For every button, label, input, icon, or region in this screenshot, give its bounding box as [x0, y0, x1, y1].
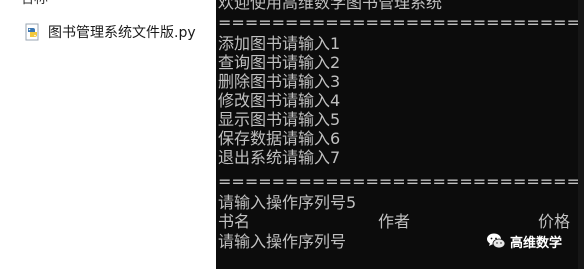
python-file-icon [24, 23, 42, 41]
file-explorer-pane: 名称 图书管理系统文件版.py [0, 0, 216, 269]
console-menu-item: 添加图书请输入1 [218, 34, 341, 53]
console-menu-item: 删除图书请输入3 [218, 72, 341, 91]
wechat-logo-icon [486, 231, 506, 251]
table-header-author: 作者 [378, 212, 411, 231]
watermark-text: 高维数学 [510, 235, 563, 251]
console-prompt-input[interactable]: 请输入操作序列号 [218, 233, 346, 251]
console-separator-top: ========================================… [218, 13, 584, 32]
wechat-watermark: 高维数学 [486, 229, 562, 253]
console-welcome-line: 欢迎使用高维数学图书管理系统 [218, 0, 443, 12]
console-menu-item: 保存数据请输入6 [218, 129, 341, 148]
column-header-name[interactable]: 名称 [20, 0, 48, 8]
console-separator-bottom: ========================================… [218, 172, 584, 191]
console-scrollbar[interactable] [578, 0, 584, 269]
console-menu-item: 显示图书请输入5 [218, 110, 341, 129]
console-menu-item: 修改图书请输入4 [218, 91, 341, 110]
file-item-python-script[interactable]: 图书管理系统文件版.py [24, 20, 196, 44]
console-menu-item: 查询图书请输入2 [218, 53, 341, 72]
table-header-name: 书名 [218, 212, 251, 231]
file-name: 图书管理系统文件版.py [48, 25, 196, 41]
console-prompt-entered: 请输入操作序列号5 [218, 193, 357, 212]
console-menu-item: 退出系统请输入7 [218, 148, 341, 167]
